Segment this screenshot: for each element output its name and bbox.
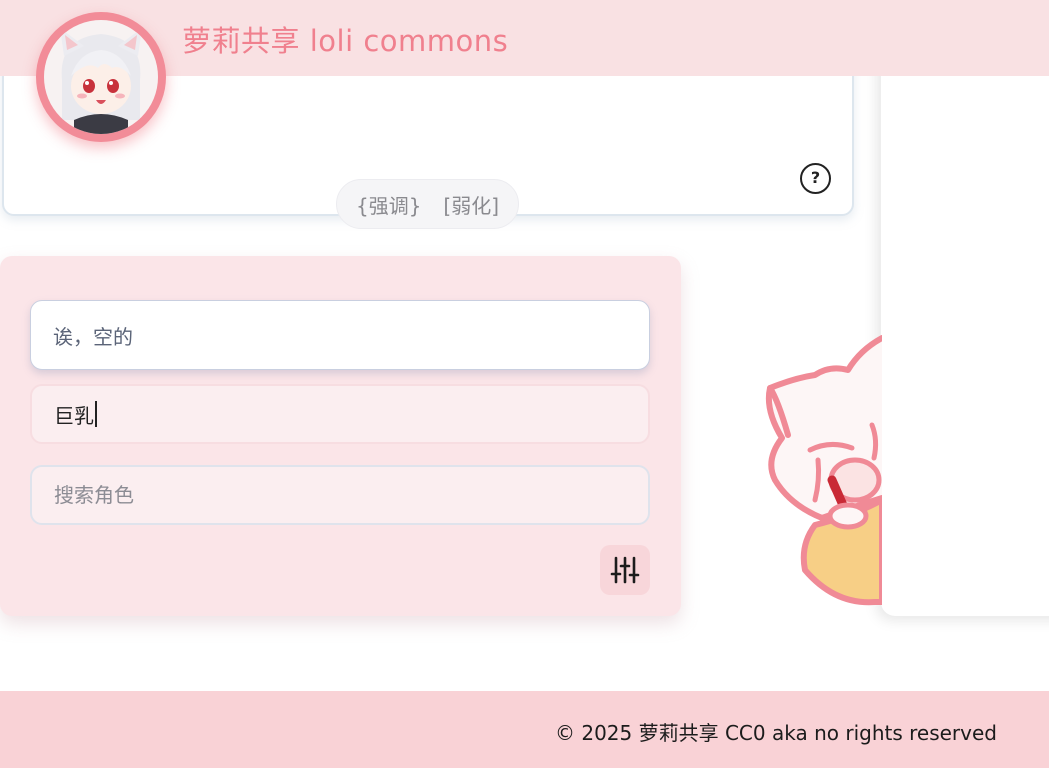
sliders-icon <box>610 556 640 584</box>
right-panel <box>881 0 1049 616</box>
footer: © 2025 萝莉共享 CC0 aka no rights reserved <box>0 691 1049 768</box>
filter-button[interactable] <box>600 545 650 595</box>
avatar[interactable] <box>36 12 166 142</box>
text-caret <box>95 401 97 427</box>
character-search-field[interactable] <box>30 465 650 525</box>
emphasize-hint: {强调} <box>355 193 422 218</box>
cat-mascot <box>760 330 882 610</box>
help-icon[interactable]: ? <box>800 163 831 194</box>
cat-mascot-image <box>765 335 882 606</box>
result-output[interactable]: 诶，空的 <box>30 300 650 370</box>
site-title[interactable]: 萝莉共享 loli commons <box>182 18 508 60</box>
result-text: 诶，空的 <box>53 324 133 349</box>
tag-input[interactable]: 巨乳 <box>30 384 650 444</box>
character-search-input[interactable] <box>54 483 648 507</box>
tag-input-value: 巨乳 <box>54 403 94 428</box>
avatar-image <box>44 20 158 134</box>
footer-copyright: © 2025 萝莉共享 CC0 aka no rights reserved <box>555 721 997 745</box>
syntax-hint: {强调} [弱化] <box>336 179 519 229</box>
weaken-hint: [弱化] <box>443 193 500 218</box>
page: 萝莉共享 loli commons ? {强调} [弱化] 诶，空的 巨乳 搜索… <box>0 0 1049 768</box>
